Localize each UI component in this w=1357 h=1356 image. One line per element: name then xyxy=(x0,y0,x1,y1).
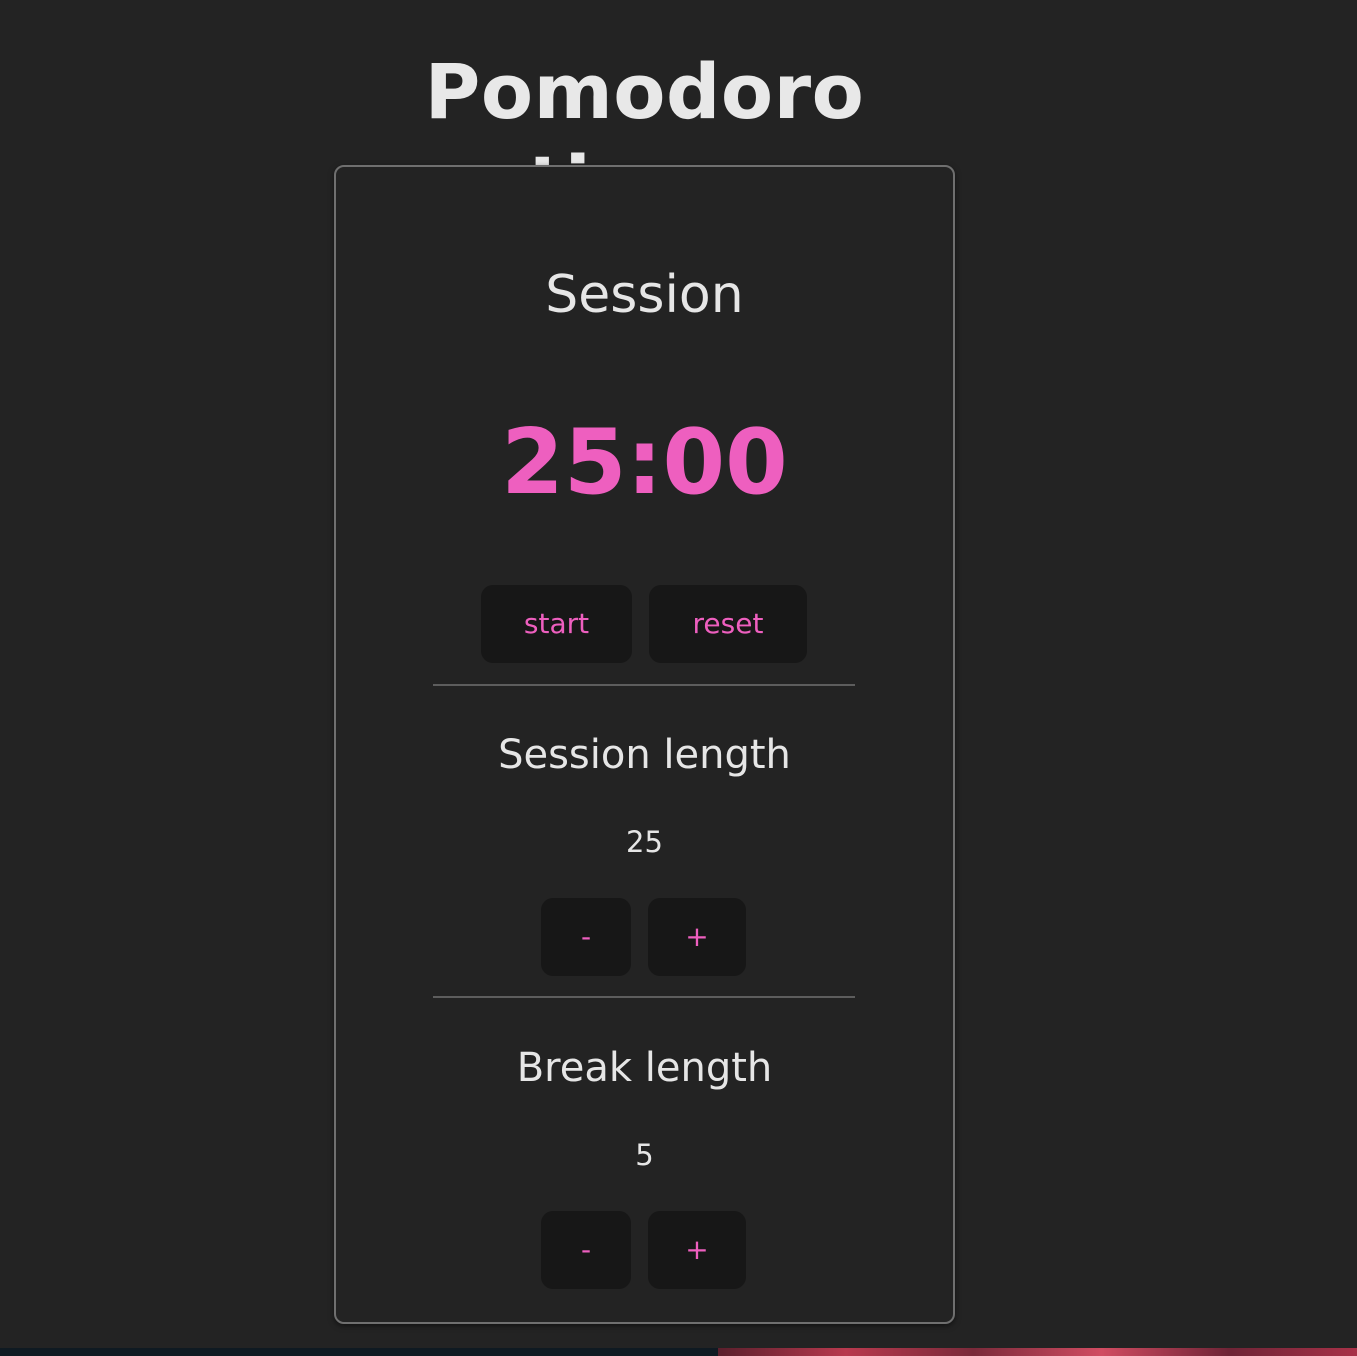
session-length-value: 25 xyxy=(626,825,663,859)
session-decrement-button[interactable]: - xyxy=(541,898,631,976)
break-decrement-button[interactable]: - xyxy=(541,1211,631,1289)
break-increment-button[interactable]: + xyxy=(648,1211,746,1289)
break-length-value: 5 xyxy=(635,1138,654,1172)
session-length-title: Session length xyxy=(498,732,791,778)
reset-button[interactable]: reset xyxy=(649,585,807,663)
background-image-strip xyxy=(718,1348,1357,1356)
start-button[interactable]: start xyxy=(481,585,632,663)
divider xyxy=(433,684,855,686)
timer-card: Session 25:00 start reset Session length… xyxy=(334,165,955,1324)
timer-display: 25:00 xyxy=(501,410,788,515)
divider xyxy=(433,996,855,998)
break-length-title: Break length xyxy=(516,1045,773,1091)
timer-mode-label: Session xyxy=(545,265,744,325)
session-increment-button[interactable]: + xyxy=(648,898,746,976)
page: Pomodoro timer Session 25:00 start reset… xyxy=(0,0,1357,1356)
